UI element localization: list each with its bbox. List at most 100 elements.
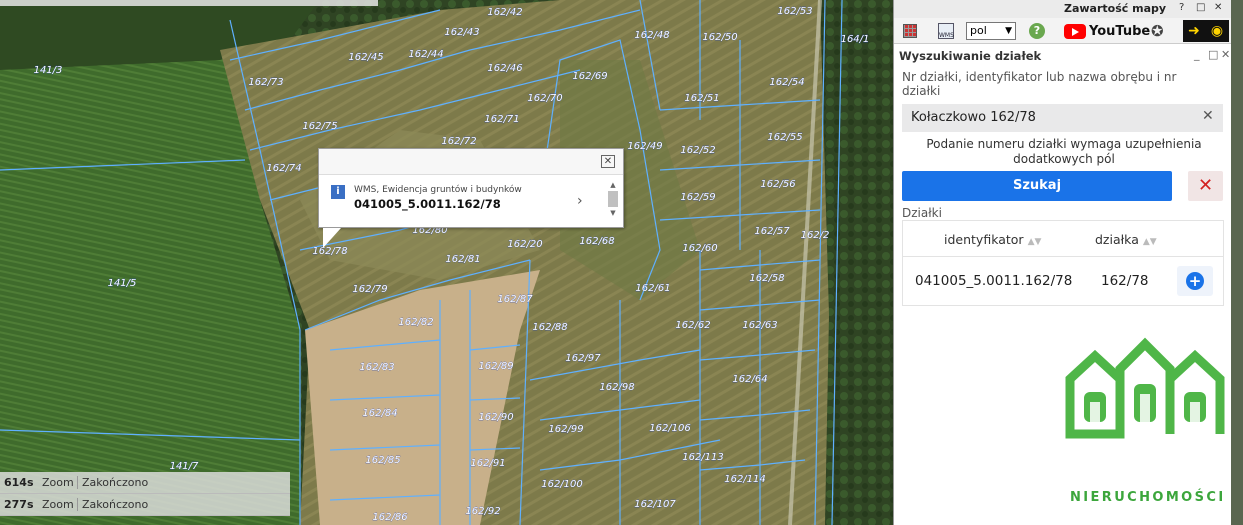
clear-input-icon[interactable]: ✕: [1202, 108, 1214, 124]
parcel-label[interactable]: 162/55: [767, 132, 803, 143]
parcel-label[interactable]: 141/7: [169, 461, 199, 472]
parcel-label[interactable]: 162/85: [365, 455, 401, 466]
parcel-label[interactable]: 162/43: [444, 27, 480, 38]
parcel-label[interactable]: 162/106: [649, 423, 691, 434]
toolbar: WMS pol ▼ ? YouTube ✪ ➜ ◉: [894, 18, 1232, 44]
log-time: 614s: [4, 476, 34, 489]
maximize-icon[interactable]: □: [1208, 48, 1218, 61]
add-button[interactable]: +: [1177, 266, 1213, 296]
minimize-icon[interactable]: _: [1194, 48, 1200, 61]
popup-header: ✕: [319, 149, 623, 175]
parcel-label[interactable]: 162/51: [684, 93, 720, 104]
parcel-label[interactable]: 162/62: [675, 320, 711, 331]
parcel-label[interactable]: 141/5: [107, 278, 137, 289]
parcel-label[interactable]: 162/73: [248, 77, 284, 88]
parcel-label[interactable]: 162/75: [302, 121, 338, 132]
parcel-label[interactable]: 162/63: [742, 320, 778, 331]
chevron-right-icon[interactable]: ›: [577, 193, 583, 209]
parcel-label[interactable]: 162/56: [760, 179, 796, 190]
clear-button[interactable]: ✕: [1188, 171, 1223, 201]
parcel-label[interactable]: 162/98: [599, 382, 635, 393]
column-header-identyfikator[interactable]: identyfikator ▲▼: [944, 232, 1041, 247]
scroll-up-icon[interactable]: ▲: [608, 181, 618, 189]
log-action: Zoom: [38, 498, 78, 511]
parcel-label[interactable]: 141/3: [33, 65, 63, 76]
feature-info-popup: ✕ i WMS, Ewidencja gruntów i budynków 04…: [318, 148, 624, 248]
parcel-label[interactable]: 162/113: [682, 452, 724, 463]
parcel-label[interactable]: 162/42: [487, 7, 523, 18]
scroll-thumb[interactable]: [608, 191, 618, 207]
parcel-label[interactable]: 162/64: [732, 374, 768, 385]
parcel-label[interactable]: 162/91: [470, 458, 506, 469]
popup-scrollbar[interactable]: ▲ ▼: [608, 181, 618, 225]
parcel-label[interactable]: 162/58: [749, 273, 785, 284]
parcel-label[interactable]: 162/54: [769, 77, 805, 88]
popup-source: WMS, Ewidencja gruntów i budynków: [354, 185, 522, 195]
parcel-label[interactable]: 162/45: [348, 52, 384, 63]
help-icon[interactable]: ?: [1179, 2, 1184, 13]
close-icon[interactable]: ✕: [1221, 48, 1230, 61]
parcel-label[interactable]: 162/100: [541, 479, 583, 490]
watermark-logo: JAGŁA NIERUCHOMOŚCI: [1060, 334, 1230, 524]
parcel-label[interactable]: 162/57: [754, 226, 790, 237]
parcel-label[interactable]: 162/99: [548, 424, 584, 435]
accessibility-icon[interactable]: ✪: [1151, 22, 1164, 40]
search-button[interactable]: Szukaj: [902, 171, 1172, 201]
scroll-down-icon[interactable]: ▼: [608, 209, 618, 217]
parcel-label[interactable]: 162/84: [362, 408, 398, 419]
parcel-label[interactable]: 164/1: [840, 34, 870, 45]
parcel-label[interactable]: 162/71: [484, 114, 520, 125]
parcel-label[interactable]: 162/81: [445, 254, 481, 265]
arrow-right-icon[interactable]: ➜: [1183, 20, 1205, 42]
search-title: Wyszukiwanie działek: [899, 49, 1042, 63]
popup-parcel-id[interactable]: 041005_5.0011.162/78: [354, 197, 501, 211]
wms-icon[interactable]: WMS: [938, 23, 954, 39]
parcel-label[interactable]: 162/59: [680, 192, 716, 203]
close-icon[interactable]: ✕: [1214, 2, 1222, 13]
parcel-label[interactable]: 162/60: [682, 243, 718, 254]
parcel-label[interactable]: 162/46: [487, 63, 523, 74]
parcel-label[interactable]: 162/87: [497, 294, 533, 305]
maximize-icon[interactable]: □: [1196, 2, 1205, 13]
parcel-label[interactable]: 162/2: [800, 230, 830, 241]
table-row[interactable]: 041005_5.0011.162/78 162/78 +: [903, 258, 1223, 304]
parcel-label[interactable]: 162/50: [702, 32, 738, 43]
parcel-label[interactable]: 162/49: [627, 141, 663, 152]
parcel-label[interactable]: 162/90: [478, 412, 514, 423]
column-header-dzialka[interactable]: działka ▲▼: [1095, 232, 1157, 247]
parcel-label[interactable]: 162/86: [372, 512, 408, 523]
search-input[interactable]: Kołaczkowo 162/78: [902, 104, 1223, 132]
parcel-label[interactable]: 162/89: [478, 361, 514, 372]
parcel-label[interactable]: 162/107: [634, 499, 677, 510]
parcel-label[interactable]: 162/20: [507, 239, 543, 250]
grid-icon[interactable]: [903, 24, 917, 38]
parcel-label[interactable]: 162/74: [266, 163, 302, 174]
help-button[interactable]: ?: [1029, 23, 1045, 39]
parcel-label[interactable]: 162/53: [777, 6, 813, 17]
parcel-label[interactable]: 162/82: [398, 317, 434, 328]
popup-close-button[interactable]: ✕: [601, 155, 615, 168]
parcel-label[interactable]: 162/72: [441, 136, 477, 147]
parcel-label[interactable]: 162/83: [359, 362, 395, 373]
parcel-label[interactable]: 162/97: [565, 353, 601, 364]
map-contents-title[interactable]: Zawartość mapy: [1064, 2, 1166, 15]
parcel-label[interactable]: 162/92: [465, 506, 501, 517]
parcel-label[interactable]: 162/69: [572, 71, 608, 82]
chevron-down-icon: ▼: [1005, 26, 1012, 36]
log-time: 277s: [4, 498, 34, 511]
parcel-label[interactable]: 162/61: [635, 283, 671, 294]
parcel-label[interactable]: 162/48: [634, 30, 670, 41]
eye-icon[interactable]: ◉: [1205, 20, 1229, 42]
parcel-label[interactable]: 162/88: [532, 322, 568, 333]
log-action: Zoom: [38, 476, 78, 489]
parcel-label[interactable]: 162/114: [724, 474, 766, 485]
language-select[interactable]: pol ▼: [966, 22, 1016, 40]
parcel-label[interactable]: 162/68: [579, 236, 615, 247]
log-status: Zakończono: [82, 498, 149, 511]
parcel-label[interactable]: 162/79: [352, 284, 388, 295]
parcel-label[interactable]: 162/44: [408, 49, 444, 60]
cell-identyfikator: 041005_5.0011.162/78: [915, 273, 1073, 289]
youtube-button[interactable]: YouTube: [1064, 23, 1150, 39]
parcel-label[interactable]: 162/70: [527, 93, 563, 104]
parcel-label[interactable]: 162/52: [680, 145, 716, 156]
